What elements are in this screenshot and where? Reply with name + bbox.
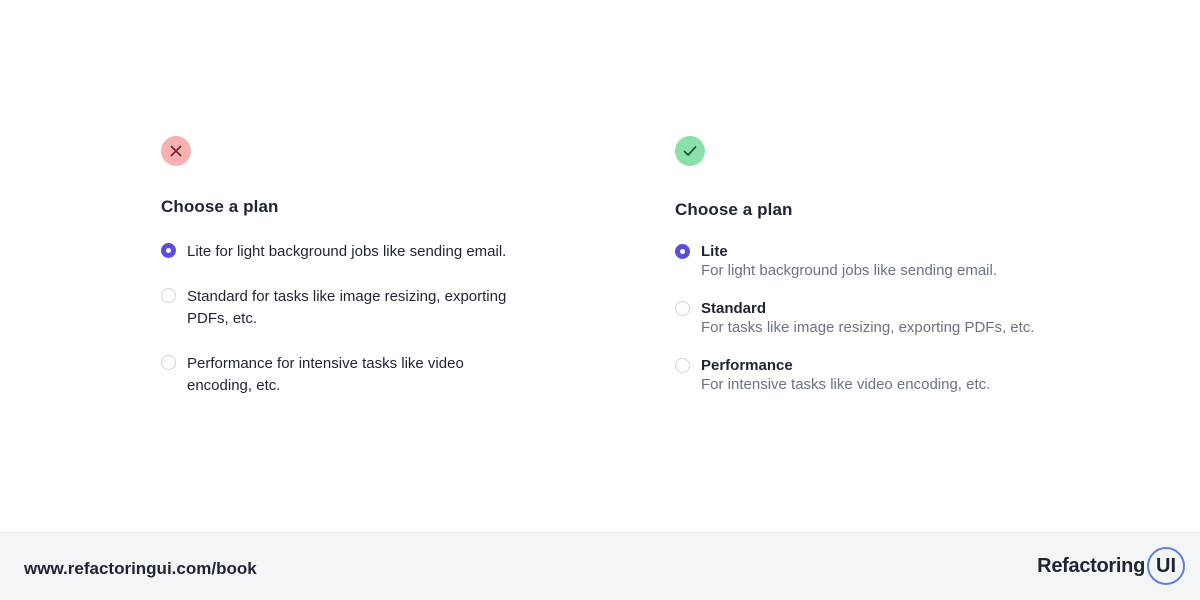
plan-option-body: Performance For intensive tasks like vid…: [701, 356, 990, 394]
plan-description: For tasks like image resizing, exporting…: [701, 319, 1035, 336]
radio-button-selected[interactable]: [675, 244, 690, 259]
footer-url-link[interactable]: www.refactoringui.com/book: [24, 559, 257, 579]
bad-title: Choose a plan: [161, 197, 279, 216]
plan-description: For light background jobs like sending e…: [701, 262, 997, 279]
plan-description: For intensive tasks like video encoding,…: [701, 376, 991, 393]
bad-plan-option-text: Standard for tasks like image resizing, …: [187, 288, 507, 327]
bad-plan-option-lite[interactable]: Lite for light background jobs like send…: [161, 241, 541, 263]
good-title: Choose a plan: [675, 200, 793, 219]
logo-ui-badge: UI: [1147, 547, 1185, 585]
x-icon: [170, 145, 182, 157]
bad-example-panel: Choose a plan Lite for light background …: [161, 136, 541, 420]
check-icon: [683, 146, 697, 156]
good-status-badge: [675, 136, 705, 166]
good-plan-option-standard[interactable]: Standard For tasks like image resizing, …: [675, 299, 1095, 337]
bad-status-badge: [161, 136, 191, 166]
plan-name: Performance: [701, 357, 793, 374]
radio-button[interactable]: [675, 301, 690, 316]
bad-plan-option-text: Performance for intensive tasks like vid…: [187, 355, 464, 394]
good-example-panel: Choose a plan Lite For light background …: [675, 136, 1095, 413]
bad-plan-option-text: Lite for light background jobs like send…: [187, 243, 507, 260]
good-plan-options: Lite For light background jobs like send…: [675, 242, 1095, 394]
plan-name: Standard: [701, 300, 767, 317]
plan-name: Lite: [701, 243, 728, 260]
bad-plan-options: Lite for light background jobs like send…: [161, 241, 541, 397]
bad-plan-option-performance[interactable]: Performance for intensive tasks like vid…: [161, 353, 541, 397]
radio-button[interactable]: [161, 355, 176, 370]
radio-button[interactable]: [161, 288, 176, 303]
bad-plan-option-standard[interactable]: Standard for tasks like image resizing, …: [161, 286, 541, 330]
plan-option-body: Lite For light background jobs like send…: [701, 242, 997, 280]
plan-option-body: Standard For tasks like image resizing, …: [701, 299, 1034, 337]
good-plan-option-lite[interactable]: Lite For light background jobs like send…: [675, 242, 1095, 280]
radio-button[interactable]: [675, 358, 690, 373]
radio-button-selected[interactable]: [161, 243, 176, 258]
refactoring-ui-logo: Refactoring UI: [1037, 547, 1185, 585]
footer-bar: www.refactoringui.com/book Refactoring U…: [0, 532, 1200, 600]
logo-wordmark: Refactoring: [1037, 554, 1145, 577]
good-plan-option-performance[interactable]: Performance For intensive tasks like vid…: [675, 356, 1095, 394]
